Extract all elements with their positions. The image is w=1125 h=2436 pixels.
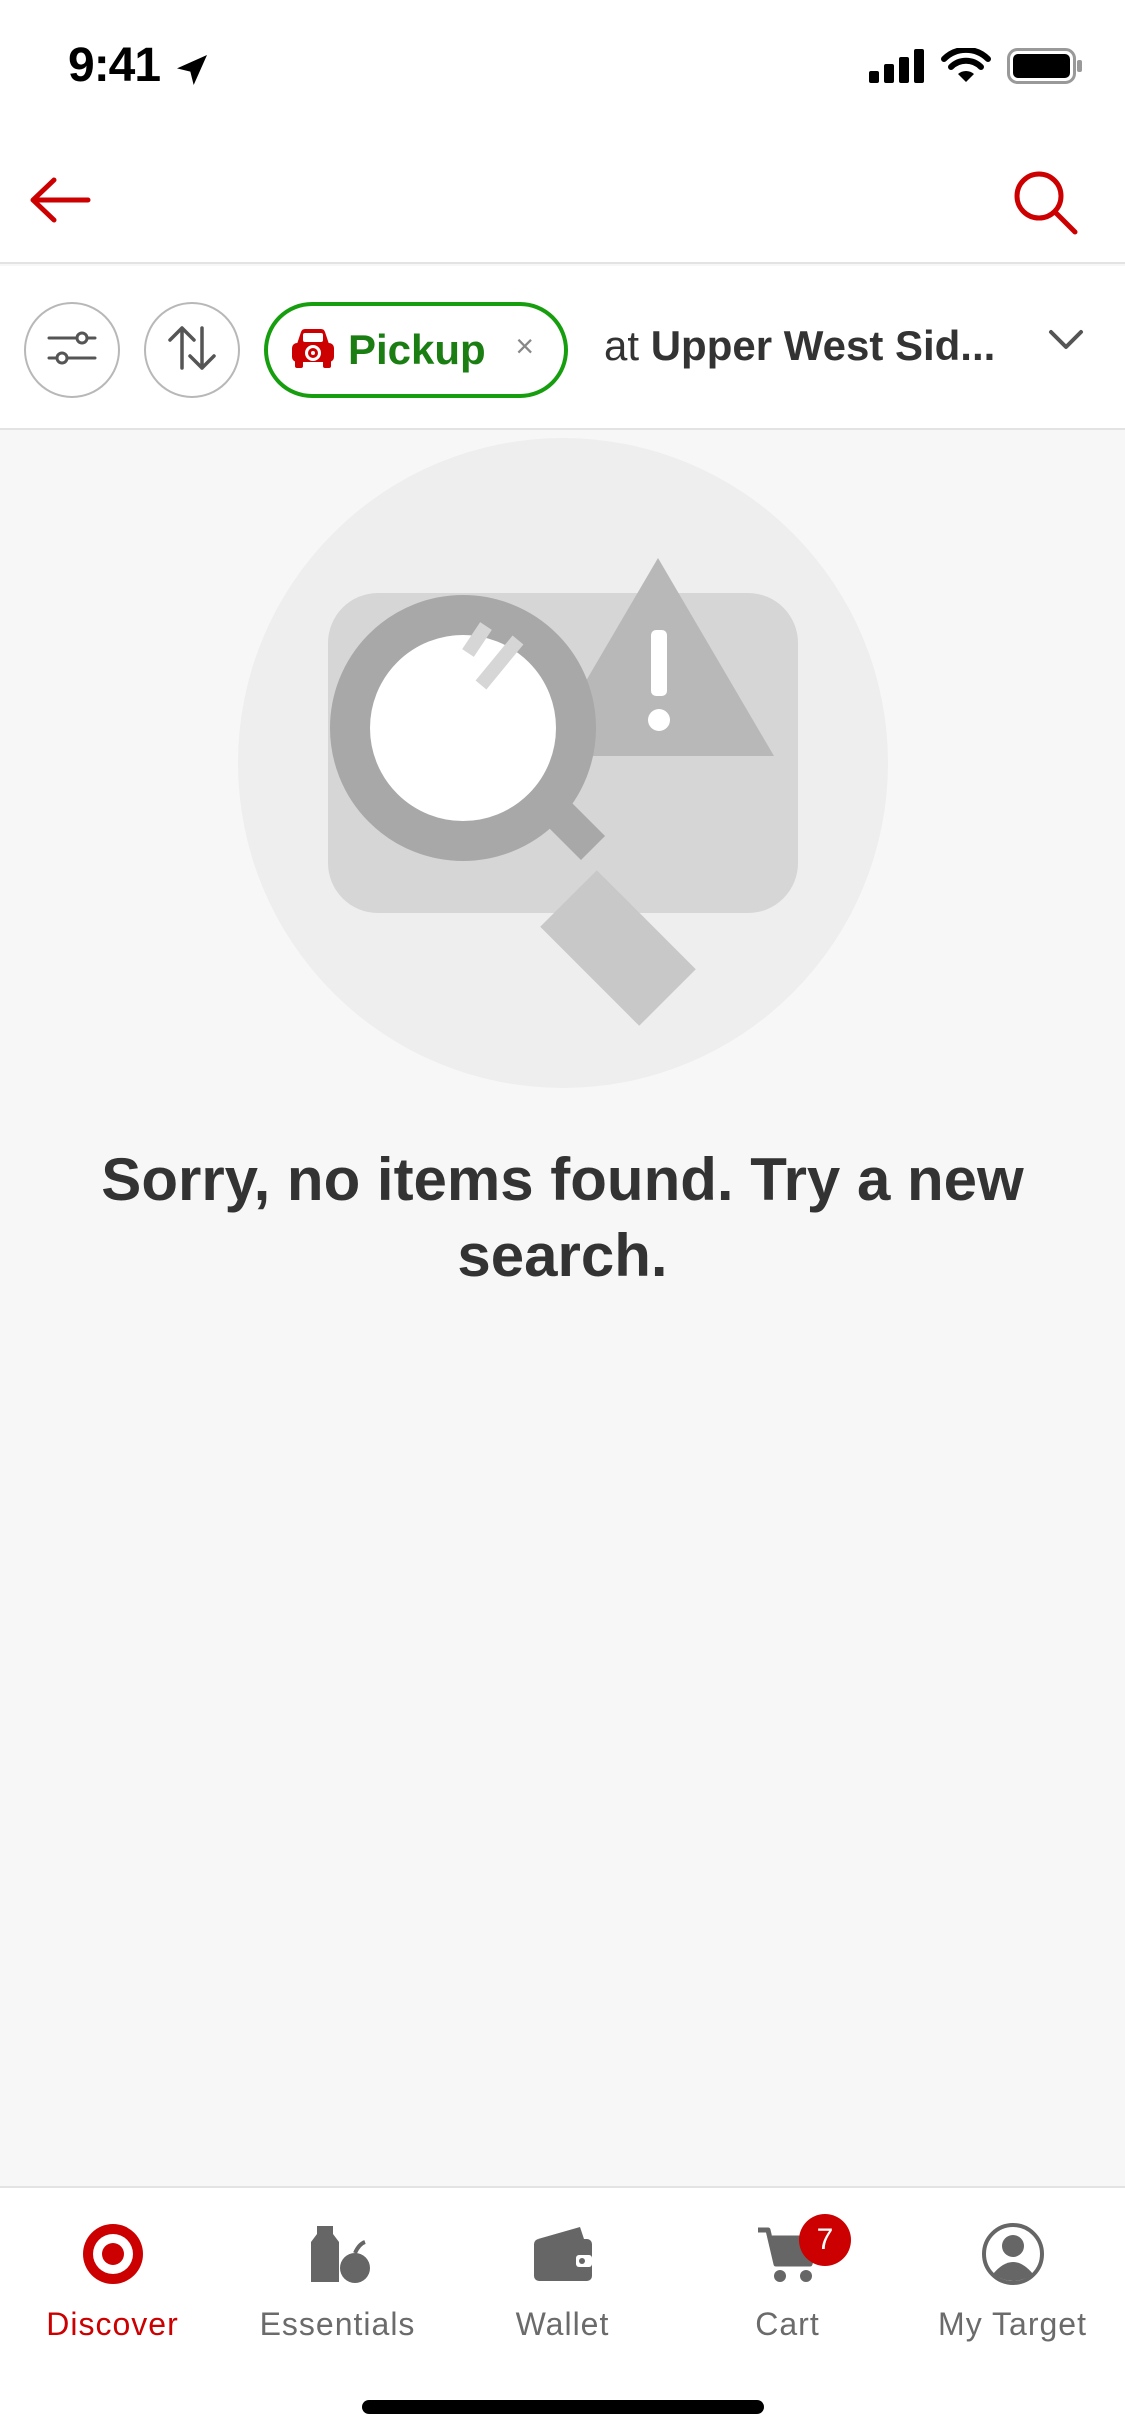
wifi-icon xyxy=(941,46,991,89)
no-results-illustration xyxy=(238,438,888,1088)
pickup-car-icon xyxy=(290,326,336,375)
search-icon xyxy=(1011,168,1079,241)
location-arrow-icon xyxy=(172,50,212,95)
status-icons xyxy=(869,46,1083,89)
tab-my-target[interactable]: My Target xyxy=(900,2214,1125,2364)
status-bar: 9:41 xyxy=(0,0,1125,140)
filter-button[interactable] xyxy=(24,302,120,398)
tab-label: My Target xyxy=(938,2306,1087,2342)
filter-bar: Pickup × at Upper West Sid... xyxy=(0,266,1125,430)
nav-bar xyxy=(0,140,1125,264)
tab-label: Essentials xyxy=(259,2306,416,2342)
tab-label: Cart xyxy=(755,2306,820,2342)
store-name: Upper West Sid... xyxy=(650,322,996,369)
tab-label: Wallet xyxy=(515,2306,610,2342)
pickup-label: Pickup xyxy=(348,326,486,373)
chevron-down-icon[interactable] xyxy=(1047,328,1085,357)
empty-state-message: Sorry, no items found. Try a new search. xyxy=(101,1146,1024,1289)
store-selector[interactable]: at Upper West Sid... xyxy=(604,322,1004,370)
tab-wallet[interactable]: Wallet xyxy=(450,2214,675,2364)
target-logo-icon xyxy=(73,2214,153,2294)
pickup-remove-icon[interactable]: × xyxy=(515,328,534,365)
arrow-left-icon xyxy=(28,176,92,229)
account-icon xyxy=(973,2214,1053,2294)
tab-cart[interactable]: 7 Cart xyxy=(675,2214,900,2364)
tab-bar: Discover Essentials Wallet 7 Cart My Tar… xyxy=(0,2186,1125,2436)
home-indicator[interactable] xyxy=(362,2400,764,2414)
cellular-signal-icon xyxy=(869,49,925,88)
sliders-icon xyxy=(47,328,97,373)
cart-count-badge: 7 xyxy=(799,2214,851,2266)
tab-label: Discover xyxy=(46,2306,179,2342)
sort-button[interactable] xyxy=(144,302,240,398)
back-button[interactable] xyxy=(24,170,96,234)
wallet-icon xyxy=(523,2214,603,2294)
search-button[interactable] xyxy=(1005,164,1085,244)
battery-icon xyxy=(1007,48,1083,89)
essentials-icon xyxy=(298,2214,378,2294)
status-time: 9:41 xyxy=(68,39,161,92)
store-prefix: at xyxy=(604,322,651,369)
sort-arrows-icon xyxy=(166,322,218,379)
tab-discover[interactable]: Discover xyxy=(0,2214,225,2364)
pickup-filter-chip[interactable]: Pickup × xyxy=(264,302,568,398)
tab-essentials[interactable]: Essentials xyxy=(225,2214,450,2364)
